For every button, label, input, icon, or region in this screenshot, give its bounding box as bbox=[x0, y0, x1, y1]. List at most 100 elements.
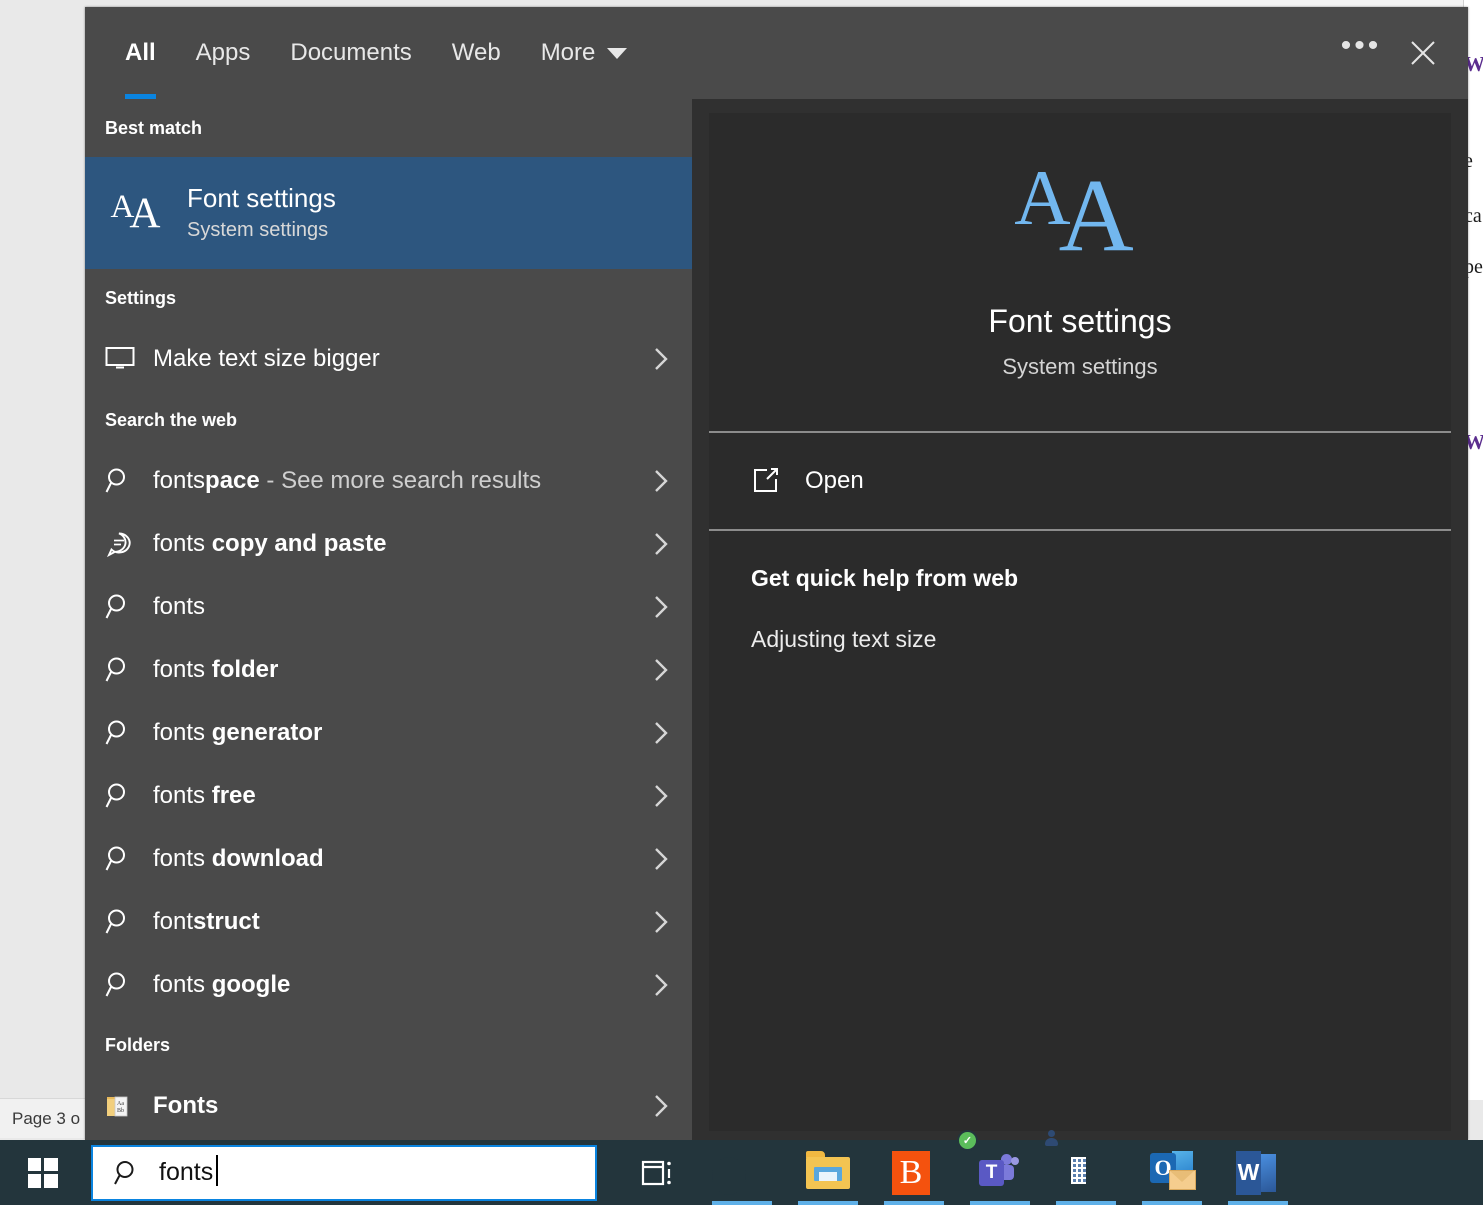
chevron-right-icon[interactable] bbox=[648, 720, 674, 746]
web-suggestion-fonts-google[interactable]: fonts google bbox=[85, 953, 692, 1016]
taskbar-search-box[interactable]: fonts bbox=[91, 1144, 597, 1201]
tab-all[interactable]: All bbox=[105, 7, 176, 99]
org-directory-icon bbox=[1045, 1129, 1108, 1195]
taskbar-app-microsoft-word[interactable]: W bbox=[1215, 1140, 1301, 1205]
query-part: fonts bbox=[153, 655, 212, 683]
chevron-right-icon[interactable] bbox=[648, 346, 674, 372]
task-view-icon bbox=[641, 1160, 671, 1185]
web-suggestion-fonts-copy-and-paste[interactable]: fonts copy and paste bbox=[85, 512, 692, 575]
chevron-right-icon[interactable] bbox=[648, 1093, 674, 1119]
result-label: Make text size bigger bbox=[153, 345, 380, 372]
tab-more[interactable]: More bbox=[521, 7, 648, 99]
tab-apps[interactable]: Apps bbox=[176, 7, 271, 99]
search-input[interactable]: fonts bbox=[159, 1155, 219, 1187]
chat-bubble-icon bbox=[105, 530, 153, 558]
suggestion-suffix: - See more search results bbox=[259, 466, 542, 494]
chevron-right-icon[interactable] bbox=[648, 909, 674, 935]
web-suggestion-fonts-download[interactable]: fonts download bbox=[85, 827, 692, 890]
query-part: fonts bbox=[153, 970, 212, 998]
svg-text:Bb: Bb bbox=[117, 1108, 124, 1114]
web-suggestion-fontspace[interactable]: fontspace - See more search results bbox=[85, 449, 692, 512]
result-label: fonts copy and paste bbox=[153, 530, 648, 558]
chevron-right-icon[interactable] bbox=[648, 531, 674, 557]
best-match-subtitle: System settings bbox=[187, 219, 329, 242]
running-indicator bbox=[798, 1201, 858, 1205]
best-match-result-font-settings[interactable]: AA Font settings System settings bbox=[85, 157, 692, 269]
result-label: fontstruct bbox=[153, 908, 648, 936]
running-indicator bbox=[1056, 1201, 1116, 1205]
suggestion-part: generator bbox=[211, 718, 323, 746]
preview-open-action[interactable]: Open bbox=[709, 433, 1451, 531]
running-indicator bbox=[1228, 1201, 1288, 1205]
windows-taskbar: fonts B T ✓ O W bbox=[0, 1129, 1483, 1205]
word-window-left-margin bbox=[0, 0, 85, 1090]
result-label: fonts google bbox=[153, 971, 648, 999]
suggestion-part: copy and paste bbox=[211, 529, 387, 557]
running-indicator bbox=[970, 1201, 1030, 1205]
web-suggestion-fonts-generator[interactable]: fonts generator bbox=[85, 701, 692, 764]
more-options-button[interactable]: ••• bbox=[1330, 15, 1392, 91]
taskbar-app-org-directory[interactable] bbox=[1043, 1129, 1129, 1205]
word-icon: W bbox=[1236, 1150, 1280, 1195]
preview-help-title: Get quick help from web bbox=[751, 565, 1019, 591]
preview-subtitle: System settings bbox=[1002, 354, 1158, 380]
search-icon bbox=[105, 719, 153, 747]
query-part: fonts bbox=[153, 718, 212, 746]
taskbar-app-microsoft-teams[interactable]: T ✓ bbox=[957, 1129, 1043, 1205]
open-external-icon bbox=[751, 466, 805, 496]
web-suggestion-fonts[interactable]: fonts bbox=[85, 575, 692, 638]
query-part: fonts bbox=[153, 466, 206, 494]
result-make-text-size-bigger[interactable]: Make text size bigger bbox=[85, 327, 692, 391]
chevron-right-icon[interactable] bbox=[648, 594, 674, 620]
section-header-search-the-web: Search the web bbox=[105, 409, 238, 430]
chevron-right-icon[interactable] bbox=[648, 468, 674, 494]
tab-more-label: More bbox=[540, 39, 596, 66]
taskbar-app-file-explorer[interactable] bbox=[785, 1140, 871, 1205]
tab-web[interactable]: Web bbox=[432, 7, 521, 99]
edge-icon bbox=[720, 1151, 764, 1195]
taskbar-app-microsoft-edge[interactable] bbox=[699, 1140, 785, 1205]
tab-web-label: Web bbox=[451, 39, 501, 66]
search-results-list: Best match AA Font settings System setti… bbox=[85, 99, 692, 1140]
web-suggestion-fonts-free[interactable]: fonts free bbox=[85, 764, 692, 827]
outlook-icon: O bbox=[1150, 1150, 1196, 1195]
suggestion-part: download bbox=[211, 844, 324, 872]
web-suggestion-fontstruct[interactable]: fontstruct bbox=[85, 890, 692, 953]
result-label: fonts download bbox=[153, 845, 648, 873]
start-button[interactable] bbox=[0, 1140, 85, 1205]
search-preview-pane: AA Font settings System settings Open Ge… bbox=[692, 99, 1468, 1140]
search-icon bbox=[105, 845, 153, 873]
font-settings-icon: AA bbox=[1014, 153, 1134, 273]
chevron-down-icon bbox=[607, 47, 628, 59]
web-suggestion-fonts-folder[interactable]: fonts folder bbox=[85, 638, 692, 701]
search-icon bbox=[105, 971, 153, 999]
query-part: font bbox=[153, 907, 194, 935]
ellipsis-icon: ••• bbox=[1340, 29, 1382, 62]
folder-result-fonts[interactable]: Aa Bb Fonts bbox=[85, 1074, 692, 1137]
result-label: fonts folder bbox=[153, 656, 648, 684]
chevron-right-icon[interactable] bbox=[648, 846, 674, 872]
result-label: fontspace - See more search results bbox=[153, 467, 648, 495]
help-link-adjusting-text-size[interactable]: Adjusting text size bbox=[751, 626, 936, 653]
suggestion-part: free bbox=[211, 781, 256, 809]
windows-search-panel: All Apps Documents Web More ••• Best mat… bbox=[85, 7, 1468, 1140]
suggestion-part: google bbox=[211, 970, 291, 998]
bloomberg-icon: B bbox=[892, 1150, 936, 1195]
chevron-right-icon[interactable] bbox=[648, 783, 674, 809]
fonts-folder-icon: Aa Bb bbox=[105, 1092, 153, 1120]
close-icon bbox=[1411, 41, 1435, 65]
chevron-right-icon[interactable] bbox=[648, 972, 674, 998]
suggestion-part: struct bbox=[193, 907, 260, 935]
search-icon bbox=[105, 593, 153, 621]
search-filter-tabs: All Apps Documents Web More ••• bbox=[85, 7, 1468, 99]
running-indicator bbox=[1142, 1201, 1202, 1205]
chevron-right-icon[interactable] bbox=[648, 657, 674, 683]
result-label: fonts generator bbox=[153, 719, 648, 747]
tab-all-label: All bbox=[125, 39, 156, 66]
taskbar-app-bloomberg[interactable]: B bbox=[871, 1140, 957, 1205]
tab-documents[interactable]: Documents bbox=[270, 7, 431, 99]
taskbar-app-microsoft-outlook[interactable]: O bbox=[1129, 1140, 1215, 1205]
close-button[interactable] bbox=[1392, 22, 1454, 84]
task-view-button[interactable] bbox=[621, 1140, 693, 1205]
search-icon bbox=[105, 908, 153, 936]
